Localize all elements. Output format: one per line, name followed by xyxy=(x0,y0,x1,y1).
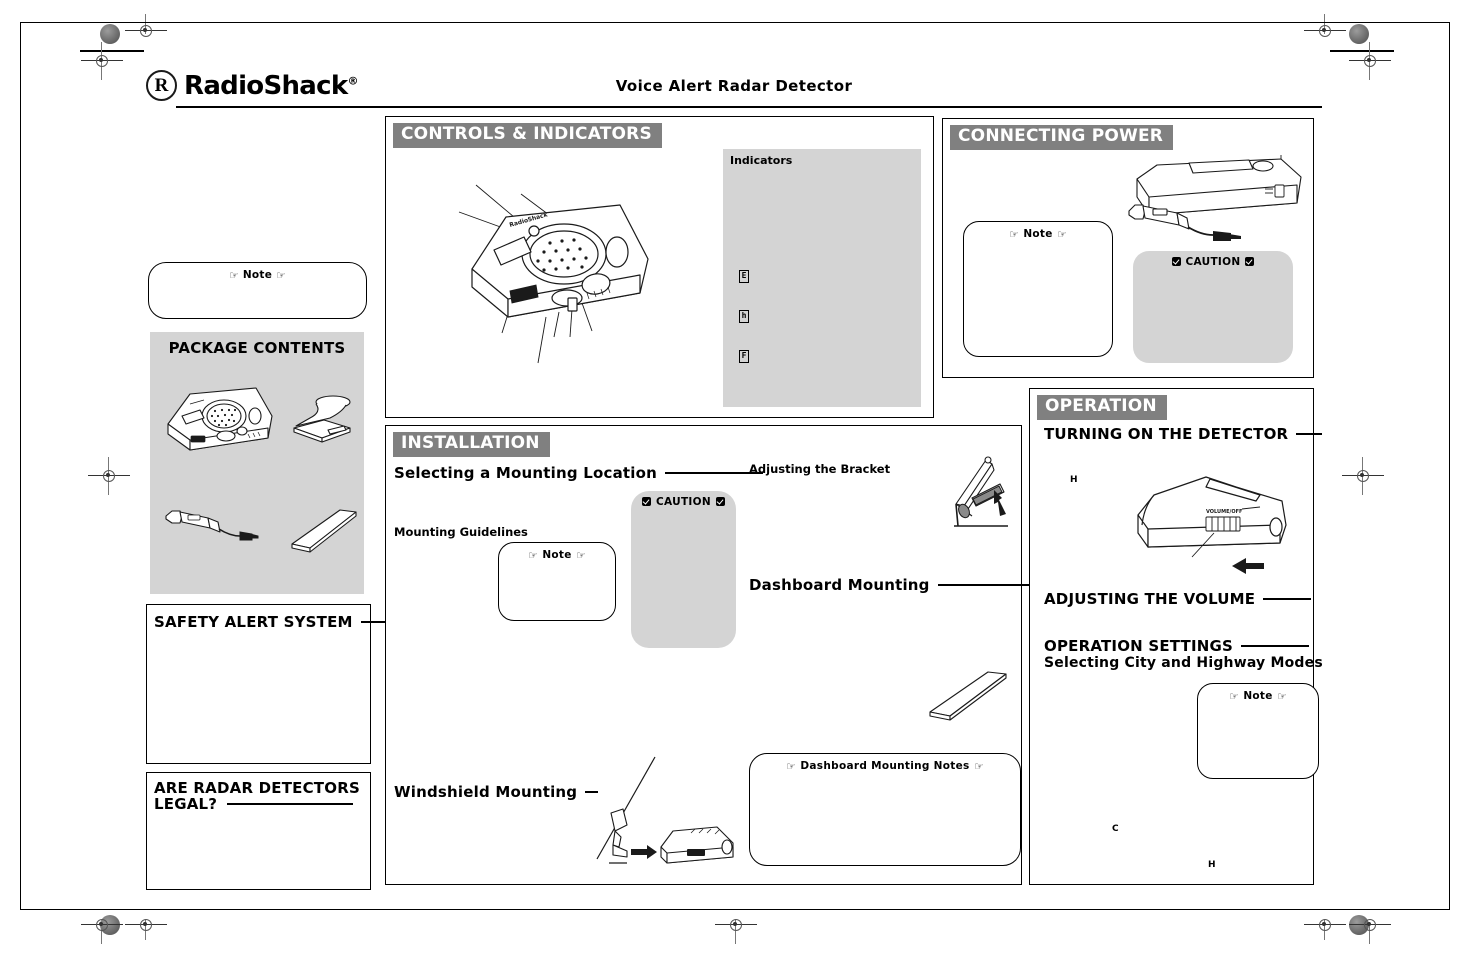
dashboard-notes-caption: ☞ Dashboard Mounting Notes ☞ xyxy=(786,760,984,773)
note-caption: ☞ Note ☞ xyxy=(1009,228,1067,241)
package-contents-title: PACKAGE CONTENTS xyxy=(168,339,346,357)
turning-on-detector-heading: TURNING ON THE DETECTOR xyxy=(1044,425,1323,443)
legal-question-heading: ARE RADAR DETECTORS LEGAL? xyxy=(154,780,360,813)
safety-alert-system-heading: SAFETY ALERT SYSTEM xyxy=(154,613,399,631)
note-caption: ☞ Note ☞ xyxy=(528,549,586,562)
registration-crosshair-bottom-left-b xyxy=(81,912,123,944)
operation-note-callout: ☞ Note ☞ xyxy=(1197,683,1319,779)
radar-detector-illustration xyxy=(167,387,273,451)
caution-icon-left xyxy=(642,497,652,506)
masthead-rule xyxy=(176,106,1322,108)
pointing-hand-icon-right: ☞ xyxy=(1276,690,1287,703)
dashboard-pad-illustration xyxy=(291,509,357,553)
indicator-glyph-e: E xyxy=(739,270,749,283)
registration-crosshair-bottom-right-b xyxy=(1349,912,1391,944)
pointing-hand-icon-left: ☞ xyxy=(228,269,239,282)
installation-note-callout: ☞ Note ☞ xyxy=(498,542,616,621)
pointing-hand-icon-right: ☞ xyxy=(575,549,586,562)
pointing-hand-icon-right: ☞ xyxy=(973,760,984,773)
indicator-glyph-h: h xyxy=(739,310,749,323)
selecting-city-highway-modes-subheading: Selecting City and Highway Modes xyxy=(1044,655,1323,671)
dashboard-mounting-notes-callout: ☞ Dashboard Mounting Notes ☞ xyxy=(749,753,1021,866)
installation-caution-callout: CAUTION xyxy=(631,491,736,648)
caution-icon-right xyxy=(715,497,725,506)
controls-indicators-section: CONTROLS & INDICATORS RadioShack Indicat… xyxy=(385,116,934,418)
heading-rule xyxy=(1263,598,1312,600)
pointing-hand-icon-left: ☞ xyxy=(1229,690,1240,703)
power-cord-illustration xyxy=(165,510,259,541)
legal-question-box: ARE RADAR DETECTORS LEGAL? xyxy=(146,772,371,890)
windshield-mounting-heading: Windshield Mounting xyxy=(394,783,599,801)
selecting-mounting-location-heading: Selecting a Mounting Location xyxy=(394,464,763,482)
windshield-mount-illustration xyxy=(596,756,734,864)
registration-crosshair-bottom-right-a xyxy=(1304,912,1346,940)
marker-h-bottom: H xyxy=(1208,860,1216,870)
controls-indicators-banner: CONTROLS & INDICATORS xyxy=(393,123,662,148)
heading-rule xyxy=(1296,433,1323,435)
installation-section: INSTALLATION Selecting a Mounting Locati… xyxy=(385,425,1053,885)
left-note-callout: ☞ Note ☞ xyxy=(148,262,367,319)
indicators-title: Indicators xyxy=(730,154,793,167)
masthead: R RadioShack® Voice Alert Radar Detector xyxy=(146,62,1322,110)
bracket-angle-adjust-illustration xyxy=(954,456,1008,527)
package-contents-panel: PACKAGE CONTENTS xyxy=(150,332,364,594)
page-canvas: R RadioShack® Voice Alert Radar Detector… xyxy=(0,0,1471,954)
operation-settings-heading: OPERATION SETTINGS xyxy=(1044,637,1310,655)
caution-icon-right xyxy=(1245,257,1255,266)
power-caution-callout: CAUTION xyxy=(1133,251,1293,363)
legal-heading-line2: LEGAL? xyxy=(154,794,218,813)
page-title: Voice Alert Radar Detector xyxy=(615,77,853,95)
indicator-glyph-f: F xyxy=(739,350,749,363)
marker-h-top: H xyxy=(1070,475,1078,485)
radar-detector-top-view-illustration: RadioShack xyxy=(458,184,649,364)
heading-rule xyxy=(227,802,354,805)
caution-icon-left xyxy=(1171,257,1181,266)
pointing-hand-icon-right: ☞ xyxy=(1056,228,1067,241)
svg-text:VOLUME/OFF: VOLUME/OFF xyxy=(1206,509,1242,515)
marker-c: C xyxy=(1112,824,1119,834)
dashboard-pad-illustration-2 xyxy=(929,671,1007,721)
power-note-callout: ☞ Note ☞ xyxy=(963,221,1113,357)
dashboard-mounting-heading: Dashboard Mounting xyxy=(749,576,1053,594)
mounting-guidelines-subheading: Mounting Guidelines xyxy=(394,525,528,539)
pointing-hand-icon-left: ☞ xyxy=(786,760,797,773)
registration-crosshair-bottom-center xyxy=(715,912,757,944)
detector-side-view-volume-switch-illustration: VOLUME/OFF xyxy=(1137,476,1287,574)
note-caption: ☞ Note ☞ xyxy=(228,269,287,282)
indicators-panel: Indicators E h F xyxy=(723,149,921,407)
operation-banner: OPERATION xyxy=(1037,395,1167,420)
operation-section: OPERATION TURNING ON THE DETECTOR H VOLU… xyxy=(1029,388,1323,885)
windshield-bracket-illustration xyxy=(293,395,351,443)
adjusting-bracket-subheading: Adjusting the Bracket xyxy=(749,462,891,476)
adjusting-volume-heading: ADJUSTING THE VOLUME xyxy=(1044,590,1312,608)
power-plug-illustration xyxy=(1128,204,1241,241)
registration-crosshair-bottom-left-a xyxy=(125,912,167,940)
connecting-power-section: CONNECTING POWER ☞ Note ☞ CAUTION xyxy=(942,118,1314,378)
connecting-power-banner: CONNECTING POWER xyxy=(950,125,1174,150)
installation-banner: INSTALLATION xyxy=(393,432,550,457)
safety-alert-system-box: SAFETY ALERT SYSTEM xyxy=(146,604,399,764)
pointing-hand-icon-right: ☞ xyxy=(276,269,287,282)
note-caption: ☞ Note ☞ xyxy=(1229,690,1287,703)
pointing-hand-icon-left: ☞ xyxy=(528,549,539,562)
caution-caption: CAUTION xyxy=(631,496,736,508)
pointing-hand-icon-left: ☞ xyxy=(1009,228,1020,241)
caution-caption: CAUTION xyxy=(1133,256,1293,268)
heading-rule xyxy=(1241,645,1310,647)
